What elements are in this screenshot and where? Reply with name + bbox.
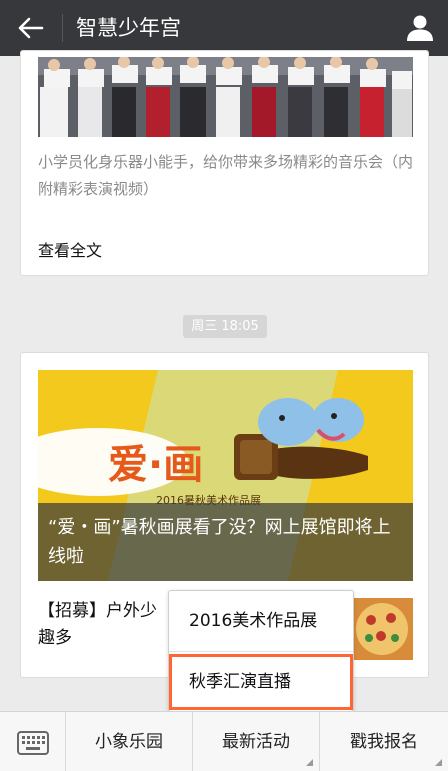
banner-caption: “爱・画”暑秋画展看了没？网上展馆即将上线啦 — [38, 503, 413, 581]
sub-article-thumbnail[interactable] — [351, 598, 413, 660]
back-arrow-icon — [18, 17, 44, 39]
submenu-item-autumn-live[interactable]: 秋季汇演直播 — [169, 654, 353, 710]
profile-icon — [407, 15, 433, 41]
menu-label: 小象乐园 — [95, 732, 163, 752]
header-divider — [62, 14, 63, 42]
page-title: 智慧少年宫 — [76, 16, 181, 40]
menu-button-latest-activities[interactable]: 最新活动 — [193, 712, 320, 771]
keyboard-icon — [17, 731, 49, 755]
back-button[interactable] — [0, 0, 62, 56]
submenu-item-art-exhibition[interactable]: 2016美术作品展 — [169, 593, 353, 649]
submenu-indicator-icon — [306, 759, 313, 766]
article-photo — [38, 57, 413, 137]
submenu-indicator-icon — [435, 759, 442, 766]
read-more-link[interactable]: 查看全文 — [38, 237, 102, 261]
top-bar: 智慧少年宫 — [0, 0, 448, 56]
article-banner[interactable]: 爱·画 2016暑秋美术作品展 “爱・画”暑秋画展看了没？网上展馆即将上线啦 — [38, 370, 413, 581]
submenu-divider — [169, 651, 353, 652]
submenu-popup: 2016美术作品展 秋季汇演直播 — [168, 590, 354, 712]
article-description: 小学员化身乐器小能手，给你带来多场精彩的音乐会（内附精彩表演视频） — [38, 153, 414, 198]
menu-label: 最新活动 — [222, 732, 290, 752]
menu-label: 戳我报名 — [350, 732, 418, 752]
profile-button[interactable] — [392, 0, 448, 56]
article-card[interactable]: 小学员化身乐器小能手，给你带来多场精彩的音乐会（内附精彩表演视频） 查看全文 — [20, 50, 429, 276]
sub-article-title[interactable]: 【招募】户外少 趣多 — [38, 598, 178, 652]
banner-art-title: 爱·画 — [108, 442, 203, 488]
keyboard-toggle-button[interactable] — [0, 712, 66, 771]
menu-button-signup[interactable]: 戳我报名 — [320, 712, 448, 771]
timestamp-badge: 周三 18:05 — [183, 315, 267, 338]
bottom-menu-bar: 小象乐园 最新活动 戳我报名 — [0, 711, 448, 771]
menu-button-xiaoxiang[interactable]: 小象乐园 — [66, 712, 193, 771]
